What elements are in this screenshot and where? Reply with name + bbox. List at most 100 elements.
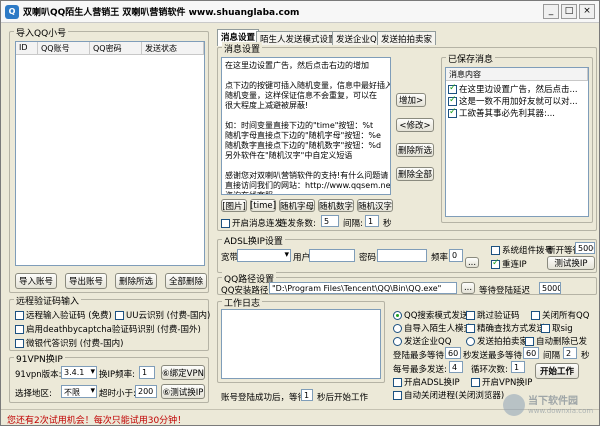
- qq-path-browse-button[interactable]: ...: [461, 282, 475, 294]
- close-all-qq-checkbox[interactable]: 关闭所有QQ: [531, 309, 589, 321]
- login-wait-input[interactable]: 60: [445, 347, 461, 359]
- disconnect-wait-input[interactable]: 5000: [575, 242, 595, 254]
- loop-times-label: 循环次数:: [471, 365, 508, 375]
- qq-path-input[interactable]: "D:\Program Files\Tencent\QQ\Bin\QQ.exe": [269, 282, 457, 294]
- dbc-captcha-checkbox[interactable]: 启用deathbycaptcha验证码识别 (付费-国外): [15, 323, 201, 335]
- bind-vpn-button[interactable]: ⑥绑定VPN: [161, 365, 205, 380]
- maximize-button[interactable]: □: [561, 4, 577, 19]
- wechat-captcha-checkbox[interactable]: 微银代答识别 (付费-国内): [15, 337, 123, 349]
- saved-message-item[interactable]: 工欲善其事必先利其器:...: [448, 107, 555, 119]
- work-log-legend: 工作日志: [222, 296, 263, 309]
- login-delay-input[interactable]: 5000: [539, 282, 561, 294]
- remote-captcha-checkbox[interactable]: 远程输入验证码 (免费): [15, 309, 112, 321]
- gap-sec: 秒: [581, 351, 590, 361]
- insert-random-number-button[interactable]: 随机数字: [318, 199, 354, 212]
- col-send-status[interactable]: 发送状态: [142, 42, 204, 55]
- send-wait-input[interactable]: 60: [523, 347, 539, 359]
- message-line: 如：时间变量直接下边的"time"按钮：%t: [225, 121, 374, 130]
- accounts-table[interactable]: ID QQ账号 QQ密码 发送状态: [15, 41, 205, 266]
- title-bar: Q 双喇叭QQ陌生人营销王 双喇叭营销软件 www.shuanglaba.com…: [1, 1, 599, 23]
- per-account-input[interactable]: 4: [449, 361, 463, 373]
- export-accounts-button[interactable]: 导出账号: [65, 273, 107, 289]
- saved-messages-list[interactable]: 消息内容 在这里边设置广告，然后点击... 这是一数不用加好友就可以对... 工…: [445, 67, 589, 217]
- skip-captcha-checkbox[interactable]: 跳过验证码: [466, 309, 520, 321]
- find-add-checkbox[interactable]: 精确查找方式发送: [466, 322, 545, 334]
- col-id[interactable]: ID: [16, 42, 38, 55]
- message-line: 直接访问我们的网站：http://www.qqsem.net: [225, 181, 391, 190]
- loop-interval-input[interactable]: 1: [365, 215, 379, 227]
- paipai-radio[interactable]: 发送拍拍卖家: [466, 335, 528, 347]
- import-accounts-button[interactable]: 导入账号: [15, 273, 57, 289]
- adsl-freq-input[interactable]: 0: [449, 249, 463, 262]
- col-qq-password[interactable]: QQ密码: [90, 42, 142, 55]
- message-line: 咨询在线客服: [225, 191, 387, 194]
- post-login-wait-input[interactable]: 1: [301, 389, 313, 401]
- message-line: 随机数字直接点下边的"随机数字"按钮：%d: [225, 141, 382, 150]
- vpn-freq-input[interactable]: 1: [139, 366, 155, 379]
- insert-time-button[interactable]: [time]: [250, 199, 276, 212]
- watermark: 当下软件园 www.downxia.com: [503, 387, 595, 423]
- work-log-panel[interactable]: [221, 309, 381, 379]
- watermark-url: www.downxia.com: [528, 406, 594, 415]
- adsl-user-label: 用户: [293, 253, 311, 263]
- qq-path-label: QQ安装路径:: [221, 286, 272, 296]
- message-editor[interactable]: 在这里边设置广告，然后点击右边的增加 点下边的按键可插入随机变量，信息中最好插入…: [221, 57, 391, 195]
- message-line: 很大程度上减避被屏蔽!: [225, 101, 309, 110]
- system-dial-checkbox[interactable]: 系统组件拨号: [491, 244, 553, 256]
- adsl-user-input[interactable]: [309, 249, 355, 262]
- saved-message-item[interactable]: 这是一数不用加好友就可以对...: [448, 95, 578, 107]
- message-line: [225, 161, 387, 171]
- edit-message-button[interactable]: <修改>: [396, 118, 434, 132]
- insert-random-chinese-button[interactable]: 随机汉字: [357, 199, 393, 212]
- add-message-button[interactable]: 增加>: [396, 93, 426, 107]
- adsl-password-label: 密码: [359, 253, 377, 263]
- window-title: 双喇叭QQ陌生人营销王 双喇叭营销软件 www.shuanglaba.com: [23, 8, 300, 18]
- test-vpn-button[interactable]: ⑥测试换IP: [161, 384, 205, 399]
- saved-message-item[interactable]: 在这里边设置广告，然后点击...: [448, 83, 578, 95]
- message-line: [225, 71, 387, 81]
- watermark-logo-icon: [503, 394, 525, 416]
- vpn-timeout-input[interactable]: 200: [135, 385, 157, 398]
- delete-selected-accounts-button[interactable]: 删除所选: [115, 273, 157, 289]
- vpn-version-select[interactable]: 3.4.1: [61, 366, 97, 379]
- delete-all-messages-button[interactable]: 删除全部: [396, 167, 434, 181]
- adsl-bandwidth-label: 宽带: [221, 253, 239, 263]
- saved-col-content: 消息内容: [446, 68, 588, 81]
- insert-image-button[interactable]: [图片]: [221, 199, 247, 212]
- enterprise-qq-radio[interactable]: 发送企业QQ: [393, 335, 451, 347]
- app-logo-icon: Q: [5, 4, 19, 19]
- delete-all-accounts-button[interactable]: 全部删除: [165, 273, 207, 289]
- import-accounts-legend: 导入QQ小号: [14, 26, 69, 39]
- saved-messages-legend: 已保存消息: [446, 52, 496, 65]
- watermark-name: 当下软件园: [528, 395, 578, 407]
- reconnect-ip-checkbox[interactable]: 重连IP: [491, 258, 527, 270]
- delete-selected-message-button[interactable]: 删除所选: [396, 143, 434, 157]
- adsl-bandwidth-select[interactable]: [237, 249, 291, 262]
- vpn-region-select[interactable]: 不限: [61, 385, 97, 398]
- loop-interval-label: 间隔:: [343, 219, 363, 229]
- no-sig-checkbox[interactable]: 取sig: [541, 322, 573, 334]
- vpn-freq-label: 换IP频率:: [99, 370, 135, 380]
- test-adsl-button[interactable]: 测试换IP: [547, 256, 595, 270]
- loop-count-input[interactable]: 5: [321, 215, 339, 227]
- qq-search-mode-radio[interactable]: QQ搜索模式发送: [393, 309, 468, 321]
- auto-delete-sent-checkbox[interactable]: 自动删除已发: [525, 335, 587, 347]
- adsl-password-input[interactable]: [377, 249, 427, 262]
- import-stranger-radio[interactable]: 自导入陌生人模式: [393, 322, 472, 334]
- message-loop-checkbox[interactable]: 开启消息连发: [221, 217, 283, 229]
- start-work-button[interactable]: 开始工作: [535, 363, 579, 379]
- tab-stranger-mode[interactable]: 陌生人发送模式设置: [256, 31, 341, 45]
- enable-adsl-checkbox[interactable]: 开启ADSL换IP: [393, 376, 460, 388]
- col-qq-account[interactable]: QQ账号: [38, 42, 90, 55]
- gap-input[interactable]: 2: [563, 347, 577, 359]
- uu-captcha-checkbox[interactable]: UU云识别 (付费-国内): [115, 309, 210, 321]
- adsl-browse-button[interactable]: ...: [465, 257, 479, 268]
- minimize-button[interactable]: _: [543, 4, 559, 19]
- insert-random-letter-button[interactable]: 随机字母: [279, 199, 315, 212]
- loop-count-label: 连发条数:: [279, 219, 316, 229]
- auto-close-process-checkbox[interactable]: 自动关闭进程(关闭浏览器): [393, 389, 504, 401]
- tab-paipai-seller[interactable]: 发送拍拍卖家: [377, 31, 437, 45]
- login-delay-label: 等待登陆延迟: [479, 286, 531, 296]
- close-button[interactable]: ×: [579, 4, 595, 19]
- loop-times-input[interactable]: 1: [511, 361, 525, 373]
